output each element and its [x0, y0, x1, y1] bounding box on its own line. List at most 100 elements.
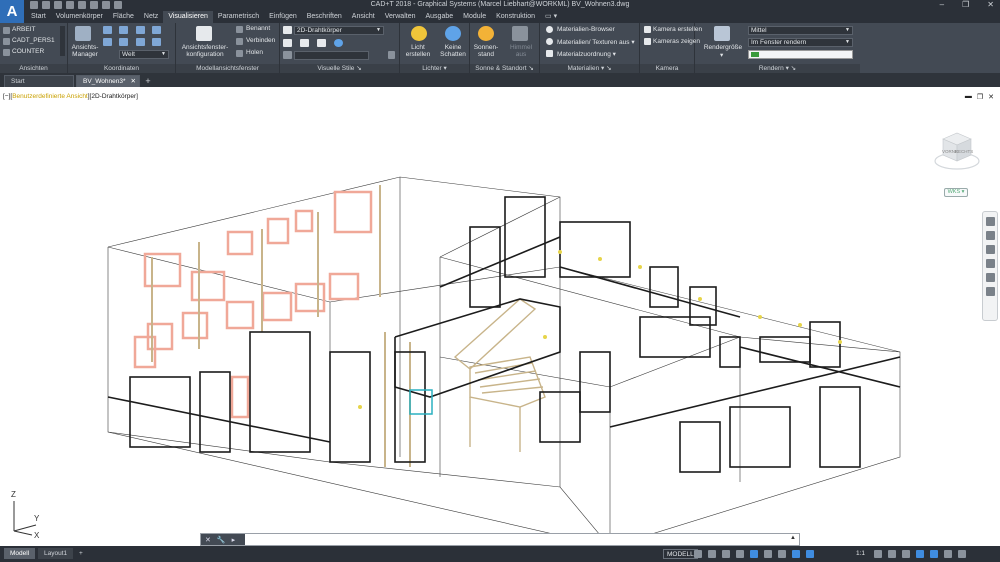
- chevron-down-icon[interactable]: ▾: [720, 51, 723, 59]
- steering-wheel-icon[interactable]: [985, 217, 995, 226]
- join-button[interactable]: Verbinden: [246, 37, 275, 44]
- sun-status-button[interactable]: Sonnen-stand: [470, 44, 502, 58]
- ucs-x-icon[interactable]: [152, 26, 161, 34]
- render-target-select[interactable]: Im Fenster rendern ▼: [748, 38, 853, 47]
- render-quality-select[interactable]: Mittel ▼: [748, 26, 853, 35]
- render-size-icon[interactable]: [714, 26, 730, 41]
- zoom-icon[interactable]: [985, 245, 995, 254]
- edge-color-field[interactable]: [294, 51, 369, 60]
- viewcube[interactable]: VORNE RECHTS: [933, 125, 981, 173]
- tab-verwalten[interactable]: Verwalten: [380, 11, 421, 23]
- model-viewport[interactable]: [−][Benutzerdefinierte Ansicht][2D-Draht…: [0, 87, 1000, 545]
- xray-icon[interactable]: [317, 39, 326, 47]
- polar-icon[interactable]: [736, 550, 744, 558]
- wcs-menu[interactable]: WKS ▾: [944, 188, 968, 197]
- tab-ausgabe[interactable]: Ausgabe: [421, 11, 459, 23]
- add-layout-button[interactable]: +: [73, 548, 89, 559]
- tab-module[interactable]: Module: [458, 11, 491, 23]
- new-tab-button[interactable]: +: [142, 75, 154, 87]
- doc-tab-drawing[interactable]: BV_Wohnen3* ✕: [76, 75, 140, 87]
- visual-style-select[interactable]: 2D-Drahtkörper ▼: [294, 26, 384, 35]
- view-arbeit[interactable]: ARBEIT: [12, 26, 35, 33]
- view-cadt-pers1[interactable]: CADT_PERS1: [12, 37, 55, 44]
- tab-flaeche[interactable]: Fläche: [108, 11, 139, 23]
- command-prompt-icon[interactable]: ▸: [232, 536, 236, 544]
- command-input[interactable]: [247, 535, 787, 544]
- wireframe-drawing[interactable]: [0, 87, 1000, 545]
- views-scrollbar[interactable]: [60, 26, 65, 56]
- snap-icon[interactable]: [708, 550, 716, 558]
- ucs-y-icon[interactable]: [152, 38, 161, 46]
- sky-off-button[interactable]: Himmel aus: [504, 44, 538, 58]
- sun-icon[interactable]: [478, 26, 494, 41]
- layout-tab-layout1[interactable]: Layout1: [38, 548, 74, 559]
- clean-screen-icon[interactable]: [930, 550, 938, 558]
- shadow-icon[interactable]: [445, 26, 461, 41]
- navbar-menu-icon[interactable]: [985, 287, 995, 296]
- color-icon[interactable]: [334, 39, 343, 47]
- material-browser-button[interactable]: Materialien-Browser: [557, 26, 615, 33]
- tab-beschriften[interactable]: Beschriften: [302, 11, 347, 23]
- isolate-icon[interactable]: [902, 550, 910, 558]
- annotation-scale[interactable]: 1:1: [856, 550, 865, 557]
- render-progress-field[interactable]: [748, 50, 853, 59]
- ucs-view-icon[interactable]: [136, 38, 145, 46]
- tab-einfuegen[interactable]: Einfügen: [264, 11, 302, 23]
- hardware-acceleration-icon[interactable]: [916, 550, 924, 558]
- plus-icon[interactable]: [888, 550, 896, 558]
- app-logo[interactable]: A: [0, 0, 24, 23]
- customize-icon[interactable]: [944, 550, 952, 558]
- tab-visualisieren[interactable]: Visualisieren: [163, 11, 213, 23]
- named-button[interactable]: Benannt: [246, 25, 270, 32]
- ucs-world-icon[interactable]: [119, 26, 128, 34]
- chevron-up-icon[interactable]: ▲: [790, 535, 796, 541]
- restore-button[interactable]: Holen: [246, 49, 263, 56]
- view-counter[interactable]: COUNTER: [12, 48, 44, 55]
- menu-icon[interactable]: [958, 550, 966, 558]
- ucs-z-icon[interactable]: [119, 38, 128, 46]
- view-manager-icon[interactable]: [75, 26, 91, 41]
- model-space-toggle[interactable]: MODELL: [663, 549, 698, 559]
- opacity-icon[interactable]: [388, 51, 395, 59]
- osnap-icon[interactable]: [778, 550, 786, 558]
- viewcube-right-label[interactable]: RECHTS: [955, 149, 974, 154]
- material-mapping-button[interactable]: Materialzuordnung ▾: [557, 50, 616, 58]
- edge-icon[interactable]: [283, 39, 292, 47]
- showmotion-icon[interactable]: [985, 273, 995, 282]
- ucs-3point-icon[interactable]: [136, 26, 145, 34]
- view-manager-button[interactable]: Ansichts-Manager: [70, 44, 100, 58]
- ucs-select[interactable]: Welt ▼: [119, 50, 169, 59]
- create-light-button[interactable]: Licht erstellen: [402, 44, 434, 58]
- isodraft-icon[interactable]: [750, 550, 758, 558]
- minimize-icon[interactable]: –: [940, 0, 944, 9]
- ucs-icon[interactable]: [103, 26, 112, 34]
- tab-volumenkoerper[interactable]: Volumenkörper: [51, 11, 108, 23]
- ortho-icon[interactable]: [722, 550, 730, 558]
- face-icon[interactable]: [300, 39, 309, 47]
- auto-scale-icon[interactable]: [806, 550, 814, 558]
- grid-icon[interactable]: [694, 550, 702, 558]
- gear-icon[interactable]: [874, 550, 882, 558]
- ribbon-options-button[interactable]: ▭ ▾: [540, 11, 562, 23]
- orbit-icon[interactable]: [985, 259, 995, 268]
- ucs-origin-icon[interactable]: [103, 38, 112, 46]
- close-icon[interactable]: ✕: [205, 536, 211, 544]
- tab-ansicht[interactable]: Ansicht: [347, 11, 380, 23]
- doc-tab-start[interactable]: Start: [4, 75, 74, 87]
- tab-start[interactable]: Start: [26, 11, 51, 23]
- layout-tab-model[interactable]: Modell: [4, 548, 36, 559]
- tab-netz[interactable]: Netz: [139, 11, 163, 23]
- annotation-visibility-icon[interactable]: [792, 550, 800, 558]
- wrench-icon[interactable]: 🔧: [217, 536, 226, 544]
- close-icon[interactable]: ✕: [987, 0, 994, 9]
- tab-parametrisch[interactable]: Parametrisch: [213, 11, 264, 23]
- viewport-config-button[interactable]: Ansichtsfenster-konfiguration: [177, 44, 233, 58]
- pan-icon[interactable]: [985, 231, 995, 240]
- material-texture-button[interactable]: Materialien/ Texturen aus ▾: [557, 38, 635, 46]
- sky-icon[interactable]: [512, 26, 528, 41]
- texture-icon[interactable]: [283, 51, 292, 59]
- show-cameras-button[interactable]: Kameras zeigen: [653, 38, 700, 45]
- maximize-icon[interactable]: ❐: [962, 0, 969, 9]
- no-shadows-button[interactable]: Keine Schatten: [437, 44, 469, 58]
- viewport-config-icon[interactable]: [196, 26, 212, 41]
